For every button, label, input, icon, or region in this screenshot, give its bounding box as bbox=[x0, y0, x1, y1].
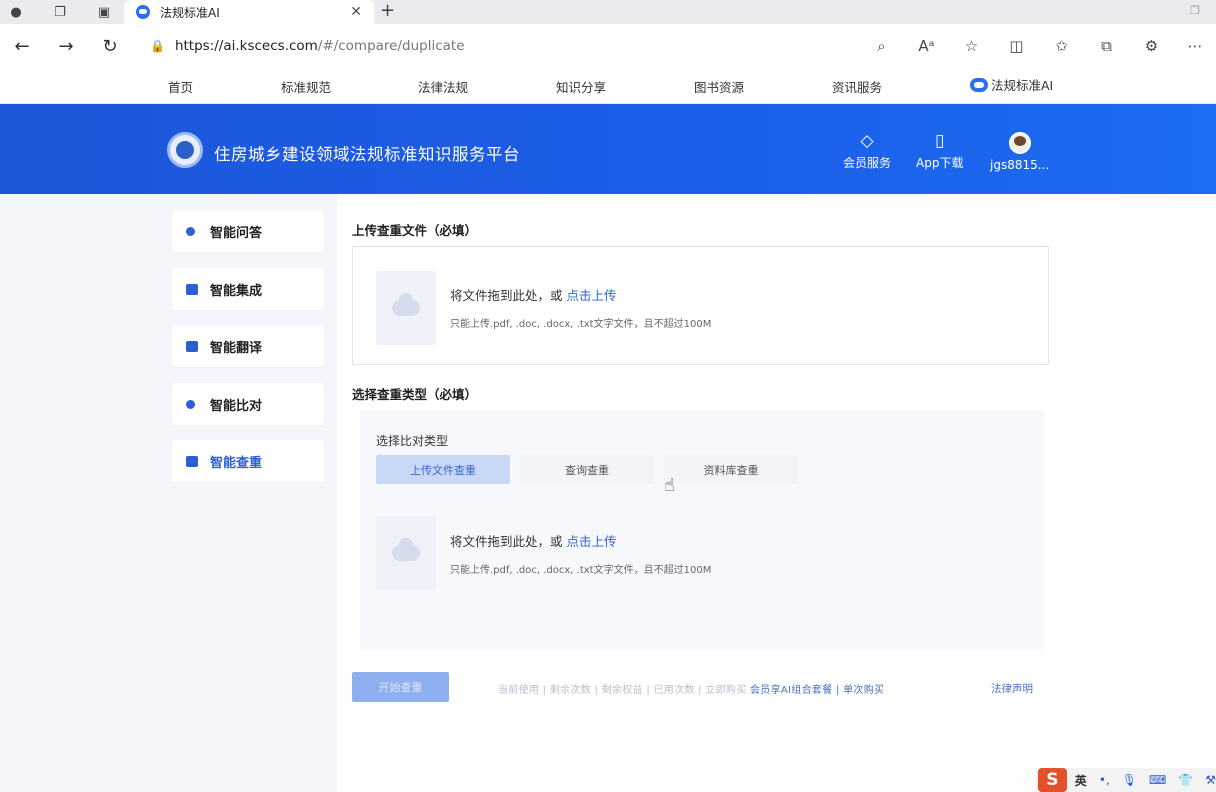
app-download-link[interactable]: ▯ App下载 bbox=[916, 132, 963, 171]
integration-icon bbox=[186, 283, 198, 295]
sidebar-item-compare[interactable]: 智能比对 bbox=[172, 383, 324, 425]
chat-bubble-icon bbox=[186, 226, 195, 236]
right-blank-area bbox=[1060, 194, 1216, 792]
book-icon bbox=[186, 340, 198, 352]
check-type-panel bbox=[360, 410, 1044, 650]
refresh-icon[interactable]: ↻ bbox=[88, 24, 132, 68]
sidebar-item-duplicate-check[interactable]: 智能查重 bbox=[172, 440, 324, 482]
nav-ai[interactable]: 法规标准AI bbox=[970, 75, 1053, 94]
tab-actions-icon[interactable]: ▣ bbox=[92, 0, 116, 24]
upload-hint: 将文件拖到此处，或 点击上传 bbox=[450, 285, 617, 304]
click-upload-link[interactable]: 点击上传 bbox=[567, 288, 617, 303]
username-label: jgs8815... bbox=[990, 158, 1050, 172]
nav-knowledge[interactable]: 知识分享 bbox=[556, 77, 606, 96]
avatar bbox=[1008, 132, 1031, 154]
sidebar-item-integration[interactable]: 智能集成 bbox=[172, 268, 324, 310]
nav-standards[interactable]: 标准规范 bbox=[281, 77, 331, 96]
book-icon bbox=[186, 455, 198, 467]
zoom-icon[interactable]: ⌕ bbox=[859, 37, 904, 55]
click-upload-link[interactable]: 点击上传 bbox=[567, 534, 617, 549]
national-emblem-logo bbox=[167, 132, 203, 168]
forward-arrow-icon[interactable]: → bbox=[44, 24, 88, 68]
sidebar-item-translation[interactable]: 智能翻译 bbox=[172, 325, 324, 367]
legal-notice-link[interactable]: 法律声明 bbox=[991, 681, 1033, 696]
url-host: https://ai.kscecs.com bbox=[174, 38, 318, 54]
ime-language[interactable]: 英 bbox=[1075, 772, 1087, 789]
site-favicon-icon bbox=[136, 5, 150, 19]
more-options-icon[interactable]: ⋯ bbox=[1174, 37, 1216, 55]
user-menu[interactable]: jgs8815... bbox=[990, 132, 1049, 172]
profile-icon[interactable]: ● bbox=[4, 0, 28, 24]
favorite-star-icon[interactable]: ☆ bbox=[949, 37, 994, 55]
tablet-icon: ▯ bbox=[935, 131, 945, 151]
diamond-icon: ◇ bbox=[860, 131, 874, 151]
tab-upload-file-check[interactable]: 上传文件查重 bbox=[376, 455, 510, 484]
restore-window-icon[interactable]: ❐ bbox=[1190, 4, 1200, 17]
site-top-nav: 首页 标准规范 法律法规 知识分享 图书资源 资讯服务 法规标准AI bbox=[0, 68, 1216, 104]
tools-icon[interactable]: ⚒ bbox=[1205, 773, 1216, 787]
url-path: /#/compare/duplicate bbox=[317, 38, 465, 54]
workspaces-icon[interactable]: ❐ bbox=[48, 0, 72, 24]
ai-logo-icon bbox=[970, 77, 988, 92]
extensions-icon[interactable]: ⚙ bbox=[1129, 37, 1174, 55]
favorites-icon[interactable]: ✩ bbox=[1039, 37, 1084, 55]
sogou-logo-icon[interactable]: S bbox=[1038, 768, 1067, 792]
nav-home[interactable]: 首页 bbox=[168, 77, 193, 96]
upload-hint-text: 将文件拖到此处，或 bbox=[450, 288, 563, 303]
upload-section-title: 上传查重文件（必填） bbox=[352, 223, 478, 238]
microphone-icon[interactable]: 🎙 bbox=[1122, 773, 1137, 787]
file-upload-dropzone[interactable] bbox=[352, 246, 1049, 365]
nav-news[interactable]: 资讯服务 bbox=[832, 77, 882, 96]
upload-hint-text: 将文件拖到此处，或 bbox=[450, 534, 563, 549]
address-bar-row: ← → ↻ 🔒 https://ai.kscecs.com/#/compare/… bbox=[0, 24, 1216, 68]
platform-banner: 住房城乡建设领域法规标准知识服务平台 ◇ 会员服务 ▯ App下载 jgs881… bbox=[0, 104, 1216, 194]
hand-pointer-icon: ☝ bbox=[664, 475, 675, 496]
sidebar-item-label: 智能查重 bbox=[210, 455, 263, 471]
sidebar-item-label: 智能集成 bbox=[210, 283, 263, 299]
punctuation-icon[interactable]: •, bbox=[1099, 773, 1110, 787]
upload-cloud-icon[interactable] bbox=[376, 271, 436, 345]
sidebar-item-label: 智能翻译 bbox=[210, 340, 263, 356]
member-service-link[interactable]: ◇ 会员服务 bbox=[843, 132, 891, 171]
skin-icon[interactable]: 👕 bbox=[1178, 773, 1193, 787]
type-section-title: 选择查重类型（必填） bbox=[352, 387, 478, 402]
upload-limit-text: 只能上传.pdf, .doc, .docx, .txt文字文件，且不超过100M bbox=[450, 565, 712, 576]
app-download-label: App下载 bbox=[916, 156, 964, 170]
close-tab-icon[interactable]: ✕ bbox=[350, 4, 362, 20]
tab-title: 法规标准AI bbox=[160, 5, 220, 20]
keyboard-icon[interactable]: ⌨ bbox=[1149, 773, 1166, 787]
quota-info: 当前使用 | 剩余次数 | 剩余权益 | 已用次数 | 立即购买 会员享AI组合… bbox=[498, 681, 884, 696]
collections-icon[interactable]: ⧉ bbox=[1084, 37, 1129, 55]
upload-limit-text: 只能上传.pdf, .doc, .docx, .txt文字文件，且不超过100M bbox=[450, 319, 712, 330]
nav-books[interactable]: 图书资源 bbox=[694, 77, 744, 96]
compare-icon bbox=[186, 399, 195, 409]
sidebar-item-label: 智能比对 bbox=[210, 398, 263, 414]
browser-tab-active[interactable]: 法规标准AI ✕ bbox=[124, 0, 374, 24]
quota-text: 当前使用 | 剩余次数 | 剩余权益 | 已用次数 | 立即购买 bbox=[498, 685, 747, 696]
upload-cloud-icon[interactable] bbox=[376, 516, 436, 590]
platform-title: 住房城乡建设领域法规标准知识服务平台 bbox=[214, 145, 520, 164]
sidebar-item-label: 智能问答 bbox=[210, 225, 263, 241]
ai-package-link[interactable]: 会员享AI组合套餐 | 单次购买 bbox=[750, 685, 884, 696]
nav-laws[interactable]: 法律法规 bbox=[418, 77, 468, 96]
tab-query-check[interactable]: 查询查重 bbox=[520, 455, 654, 484]
lock-icon[interactable]: 🔒 bbox=[150, 39, 165, 53]
new-tab-button[interactable]: + bbox=[380, 0, 395, 22]
upload-hint-2: 将文件拖到此处，或 点击上传 bbox=[450, 531, 617, 550]
back-arrow-icon[interactable]: ← bbox=[0, 24, 44, 68]
ime-toolbar: S 英 •, 🎙 ⌨ 👕 ⚒ bbox=[1036, 768, 1216, 792]
start-check-button[interactable]: 开始查重 bbox=[352, 672, 449, 702]
nav-ai-label: 法规标准AI bbox=[991, 78, 1054, 93]
type-label: 选择比对类型 bbox=[376, 434, 449, 448]
member-service-label: 会员服务 bbox=[843, 156, 892, 170]
split-screen-icon[interactable]: ◫ bbox=[994, 37, 1039, 55]
tab-library-check[interactable]: 资料库查重 bbox=[664, 455, 798, 484]
sidebar-item-qa[interactable]: 智能问答 bbox=[172, 210, 324, 252]
read-aloud-icon[interactable]: Aᵃ bbox=[904, 37, 949, 55]
